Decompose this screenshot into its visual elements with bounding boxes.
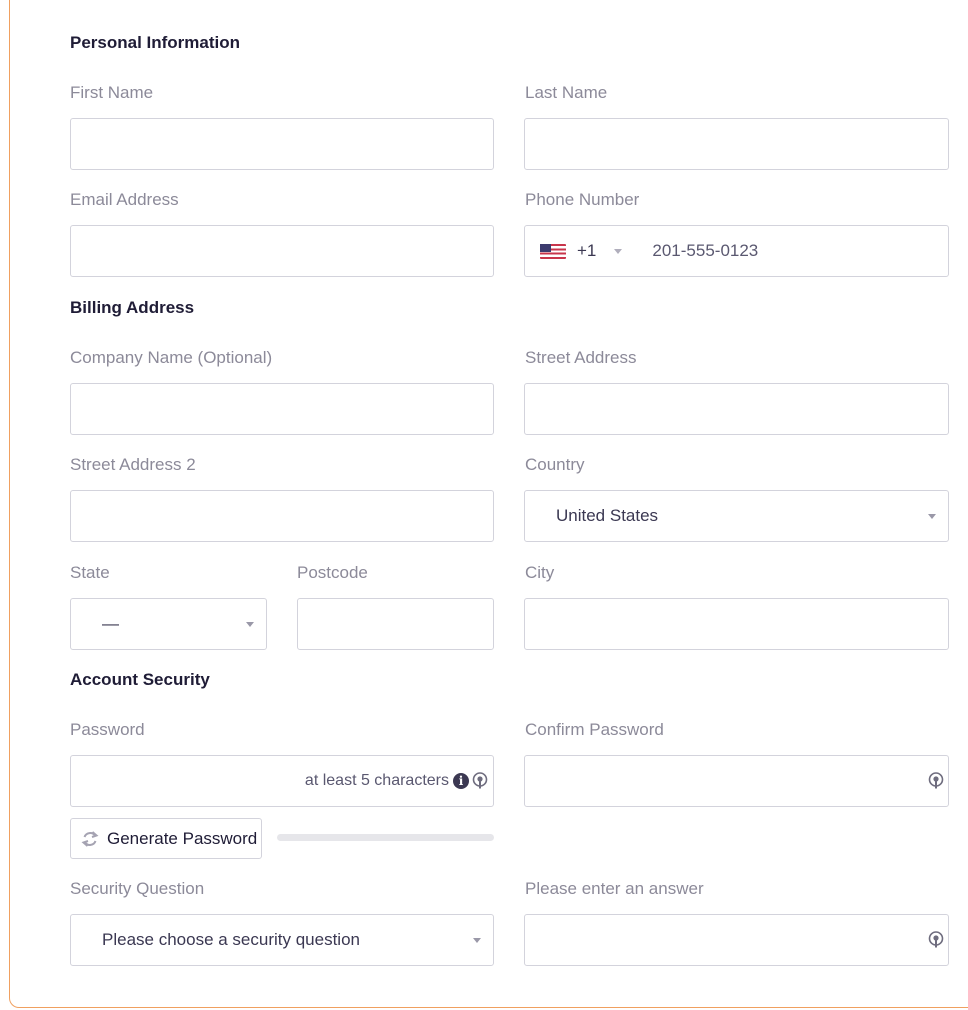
generate-password-button[interactable]: Generate Password [70, 818, 262, 859]
city-input[interactable] [524, 598, 949, 650]
confirm-password-field[interactable] [524, 755, 949, 807]
generate-password-label: Generate Password [107, 828, 258, 848]
street-input[interactable] [524, 383, 949, 435]
security-answer-label: Please enter an answer [525, 879, 704, 898]
section-title-security: Account Security [70, 670, 210, 689]
country-label: Country [525, 455, 585, 474]
refresh-icon [81, 830, 99, 847]
key-icon[interactable] [927, 931, 945, 949]
country-select[interactable]: United States [524, 490, 949, 542]
password-strength-bar [277, 834, 494, 841]
key-icon[interactable] [471, 772, 489, 790]
info-icon[interactable]: i [453, 773, 469, 789]
street-label: Street Address [525, 348, 637, 367]
phone-label: Phone Number [525, 190, 640, 209]
email-label: Email Address [70, 190, 179, 209]
password-field[interactable]: at least 5 characters i [70, 755, 494, 807]
company-input[interactable] [70, 383, 494, 435]
phone-input[interactable]: 201-555-0123 [652, 241, 758, 261]
password-hint: at least 5 characters [304, 772, 449, 789]
chevron-down-icon [473, 938, 481, 943]
postcode-input[interactable] [297, 598, 494, 650]
us-flag-icon[interactable] [540, 243, 566, 259]
postcode-label: Postcode [297, 563, 368, 582]
chevron-down-icon [246, 622, 254, 627]
first-name-input[interactable] [70, 118, 494, 170]
security-question-value: Please choose a security question [102, 930, 360, 949]
first-name-label: First Name [70, 83, 154, 102]
last-name-label: Last Name [525, 83, 608, 102]
last-name-input[interactable] [524, 118, 949, 170]
chevron-down-icon [928, 514, 936, 519]
state-value: — [102, 614, 119, 633]
state-select[interactable]: — [70, 598, 267, 650]
city-label: City [525, 563, 555, 582]
street2-label: Street Address 2 [70, 455, 196, 474]
chevron-down-icon[interactable] [614, 248, 623, 254]
phone-field[interactable]: +1 201-555-0123 [524, 225, 949, 277]
company-label: Company Name (Optional) [70, 348, 273, 367]
street2-input[interactable] [70, 490, 494, 542]
section-title-personal: Personal Information [70, 33, 241, 52]
security-answer-field[interactable] [524, 914, 949, 966]
email-input[interactable] [70, 225, 494, 277]
security-question-select[interactable]: Please choose a security question [70, 914, 494, 966]
security-question-label: Security Question [70, 879, 205, 898]
confirm-password-label: Confirm Password [525, 720, 664, 739]
country-value: United States [556, 506, 659, 525]
phone-dial-code[interactable]: +1 [577, 241, 596, 261]
section-title-billing: Billing Address [70, 298, 195, 317]
key-icon[interactable] [927, 772, 945, 790]
password-label: Password [70, 720, 145, 739]
state-label: State [70, 563, 110, 582]
